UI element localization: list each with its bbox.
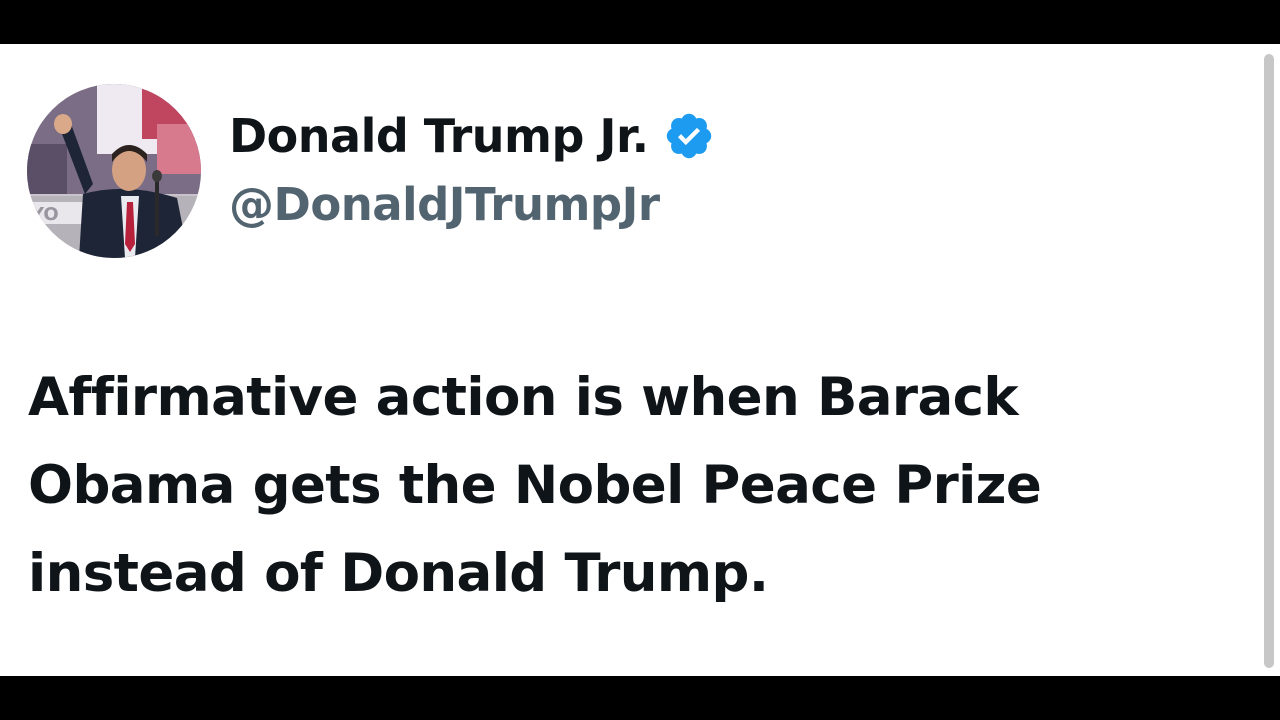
verified-badge-icon-svg — [666, 113, 711, 159]
author-display-name[interactable]: Donald Trump Jr. — [229, 109, 649, 163]
author-name-row: Donald Trump Jr. — [229, 104, 715, 168]
svg-text:YO: YO — [30, 204, 59, 225]
scrollbar-thumb[interactable] — [1264, 54, 1274, 668]
tweet-card: YO Donald Trump Jr. @DonaldJTrumpJr Affi… — [0, 44, 1280, 676]
avatar[interactable]: YO — [27, 84, 201, 258]
scrollbar[interactable] — [1264, 54, 1274, 668]
tweet-text: Affirmative action is when Barack Obama … — [28, 367, 1042, 604]
author-handle[interactable]: @DonaldJTrumpJr — [229, 178, 660, 231]
avatar-photo: YO — [27, 84, 201, 258]
video-frame: YO Donald Trump Jr. @DonaldJTrumpJr Affi… — [0, 0, 1280, 720]
verified-badge-icon — [663, 110, 715, 162]
